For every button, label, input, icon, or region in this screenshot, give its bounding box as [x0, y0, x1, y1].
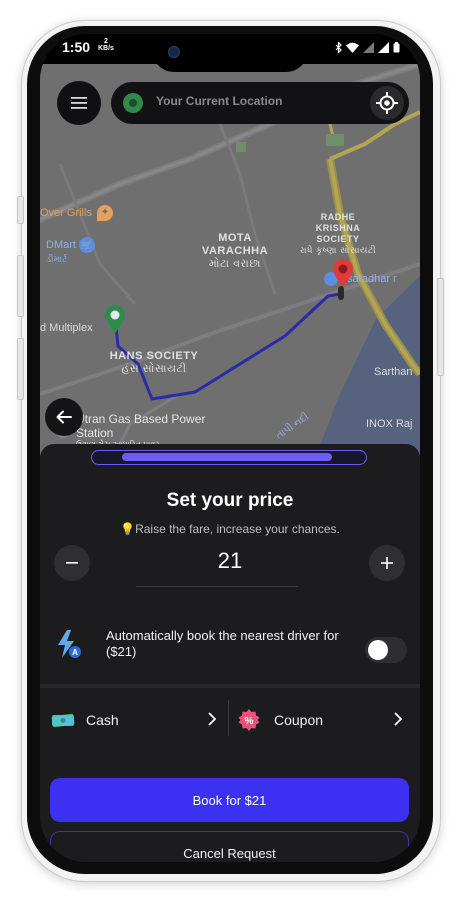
app-screen: 1:50 2 KB/s MOTA VARACHHA મોટા વરાછા RAD… [40, 34, 420, 862]
area-native-name: મોટા વરાછા [208, 258, 262, 270]
cancel-request-button[interactable]: Cancel Request [50, 831, 409, 862]
sheet-title: Set your price [166, 490, 294, 511]
battery-icon [393, 42, 400, 53]
hamburger-icon [71, 97, 87, 109]
locate-me-button[interactable] [370, 86, 404, 120]
progress-fill [122, 453, 332, 461]
payment-separator [228, 700, 229, 736]
network-speed-unit: KB/s [98, 45, 114, 52]
location-dot-icon [123, 93, 143, 113]
signal-icon-2 [378, 42, 389, 53]
area-name: MOTA VARACHHA [201, 232, 269, 257]
plus-icon [381, 557, 393, 569]
status-icons [335, 42, 400, 53]
area-label-radhe-krishna: RADHE KRISHNA SOCIETY રાધે કૃષ્ણા સોસાયટ… [298, 212, 378, 256]
menu-button[interactable] [57, 81, 101, 125]
back-button[interactable] [45, 398, 83, 436]
restaurant-icon: ✦ [97, 205, 114, 221]
poi-label: INOX Raj [366, 418, 413, 430]
phone-power-button [437, 278, 444, 376]
section-divider [40, 684, 420, 688]
signal-icon [363, 42, 374, 53]
poi-multiplex[interactable]: d Multiplex [40, 322, 93, 335]
network-speed: 2 KB/s [98, 38, 114, 52]
area-label-mota-varachha: MOTA VARACHHA મોટા વરાછા [190, 232, 280, 271]
map-view[interactable]: MOTA VARACHHA મોટા વરાછા RADHE KRISHNA S… [40, 64, 420, 484]
payment-row: Cash % Coupon [40, 700, 420, 740]
driver-bike-icon [338, 286, 344, 300]
progress-bar [91, 450, 367, 465]
poi-sarthana[interactable]: Sarthan [374, 366, 413, 379]
coupon-button[interactable]: % Coupon [238, 700, 408, 740]
phone-volume-down [17, 338, 24, 400]
poi-over-grills[interactable]: Over Grills ✦ [40, 205, 114, 221]
chevron-right-icon [208, 712, 216, 726]
crosshair-icon [376, 92, 398, 114]
destination-pin-icon [333, 259, 353, 287]
poi-label: Utran Gas Based Power Station [76, 412, 206, 440]
route-line [113, 292, 341, 401]
payment-method-button[interactable]: Cash [50, 700, 220, 740]
auto-book-lightning-icon: A [58, 630, 81, 658]
wifi-icon [346, 42, 359, 53]
bluetooth-icon [335, 42, 342, 53]
svg-text:A: A [72, 648, 78, 657]
increase-price-button[interactable] [369, 545, 405, 581]
sheet-subtitle: 💡Raise the fare, increase your chances. [120, 522, 340, 536]
arrow-left-icon [56, 410, 72, 424]
auto-book-row: A Automatically book the nearest driver … [40, 620, 420, 678]
price-underline [136, 586, 298, 587]
coupon-label: Coupon [274, 712, 324, 728]
area-name: RADHE KRISHNA SOCIETY [315, 212, 361, 244]
search-placeholder: Your Current Location [156, 94, 283, 108]
poi-dmart[interactable]: DMart 🛒 ડીમાર્ટ [46, 237, 96, 266]
price-bottom-sheet: Set your price 💡Raise the fare, increase… [40, 444, 420, 862]
poi-label: Over Grills [40, 206, 92, 219]
payment-method-label: Cash [86, 712, 119, 728]
auto-book-toggle[interactable] [365, 637, 407, 663]
book-button[interactable]: Book for $21 [50, 778, 409, 822]
location-search-bar[interactable]: Your Current Location [111, 82, 409, 124]
network-speed-value: 2 [104, 38, 108, 45]
shopping-cart-icon: 🛒 [79, 237, 96, 253]
poi-label: Sarthan [374, 366, 413, 378]
poi-label: d Multiplex [40, 322, 93, 334]
area-native-name: રાધે કૃષ્ણા સોસાયટી [299, 245, 377, 255]
area-native-name: હંસ સોસાયટી [121, 363, 187, 375]
area-label-hans-society: HANS SOCIETY હંસ સોસાયટી [106, 350, 202, 376]
poi-native-label: ડીમાર્ટ [46, 254, 68, 264]
cash-icon [51, 713, 75, 728]
poi-label: DMart [46, 238, 76, 251]
poi-inox[interactable]: INOX Raj [366, 418, 412, 431]
toggle-knob [368, 640, 388, 660]
phone-volume-up [17, 255, 24, 317]
area-name: HANS SOCIETY [109, 350, 199, 362]
svg-text:%: % [245, 716, 254, 727]
price-value[interactable]: 21 [40, 548, 420, 574]
phone-mute-switch [17, 196, 24, 224]
coupon-percent-icon: % [238, 709, 260, 731]
auto-book-label: Automatically book the nearest driver fo… [106, 628, 339, 659]
front-camera [168, 46, 180, 58]
status-time: 1:50 [62, 39, 91, 55]
pickup-pin-icon [105, 305, 125, 333]
chevron-right-icon [394, 712, 402, 726]
